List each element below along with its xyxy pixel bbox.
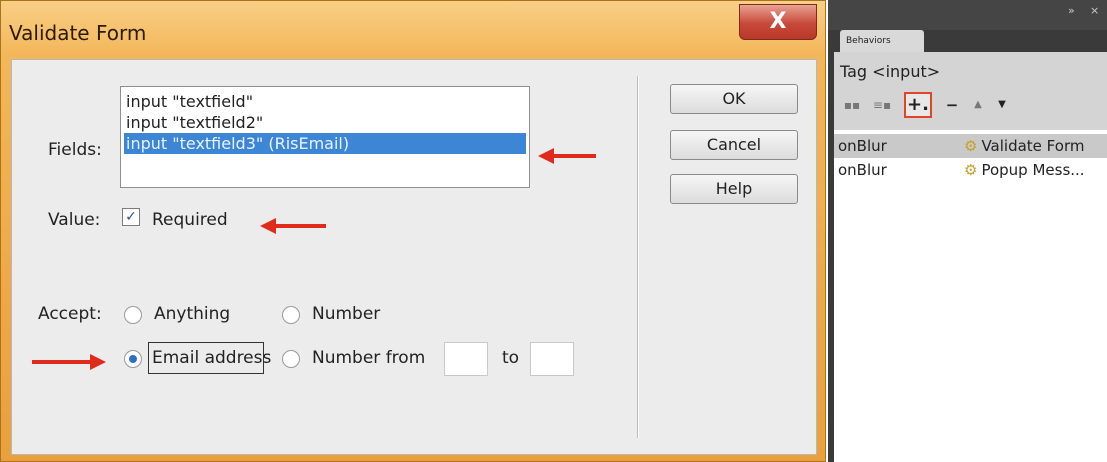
to-label: to (502, 348, 520, 368)
remove-behavior-button[interactable]: − (942, 92, 962, 118)
close-button[interactable]: X (739, 4, 817, 40)
gear-icon: ⚙ (964, 161, 978, 179)
dialog-title: Validate Form (9, 21, 147, 45)
action-name: Validate Form (981, 137, 1085, 155)
annotation-arrow-email (32, 354, 106, 370)
value-label: Value: (48, 210, 101, 230)
annotation-arrow-fields (538, 148, 596, 164)
move-down-button[interactable]: ▼ (992, 92, 1012, 118)
number-label[interactable]: Number (312, 304, 380, 324)
show-all-events-icon[interactable]: ≡▪ (870, 92, 894, 118)
number-radio[interactable] (282, 306, 300, 324)
anything-radio[interactable] (124, 306, 142, 324)
collapse-icon[interactable]: » (1068, 4, 1075, 17)
behavior-row[interactable]: onBlur ⚙ Validate Form (834, 134, 1107, 158)
add-behavior-button[interactable]: +. (904, 92, 932, 118)
action-name: Popup Mess... (981, 161, 1085, 179)
email-label[interactable]: Email address (152, 348, 271, 368)
field-item-selected[interactable]: input "textfield3" (RisEmail) (124, 133, 526, 154)
dialog-client-area: Fields: input "textfield" input "textfie… (11, 59, 817, 455)
behaviors-list: onBlur ⚙ Validate Form onBlur ⚙ Popup Mess… (834, 130, 1107, 462)
ok-button[interactable]: OK (670, 84, 798, 114)
dialog-titlebar[interactable]: Validate Form X (1, 1, 827, 59)
number-from-label[interactable]: Number from (312, 348, 425, 368)
panel-dock-bar: » × (828, 0, 1107, 30)
accept-label: Accept: (38, 304, 102, 324)
fields-label: Fields: (48, 140, 102, 160)
anything-label[interactable]: Anything (154, 304, 230, 324)
behaviors-panel: » × Behaviors Tag <input> ▪▪ ≡▪ +. − ▲ ▼… (828, 0, 1107, 462)
field-item[interactable]: input "textfield2" (124, 112, 526, 133)
email-radio[interactable] (124, 350, 142, 368)
gear-icon: ⚙ (964, 137, 978, 155)
field-item[interactable]: input "textfield" (124, 91, 526, 112)
number-from-radio[interactable] (282, 350, 300, 368)
help-button[interactable]: Help (670, 174, 798, 204)
event-name: onBlur (838, 137, 887, 155)
fields-listbox[interactable]: input "textfield" input "textfield2" inp… (120, 86, 530, 188)
show-set-events-icon[interactable]: ▪▪ (840, 92, 864, 118)
close-icon[interactable]: × (1090, 4, 1099, 17)
tag-label: Tag <input> (840, 62, 941, 81)
event-name: onBlur (838, 161, 887, 179)
panel-body: Tag <input> ▪▪ ≡▪ +. − ▲ ▼ onBlur ⚙ Valid… (834, 52, 1107, 462)
required-label[interactable]: Required (152, 210, 228, 230)
annotation-arrow-required (260, 218, 326, 234)
cancel-button[interactable]: Cancel (670, 130, 798, 160)
validate-form-dialog: Validate Form X Fields: input "textfield… (0, 0, 826, 462)
vertical-separator (637, 76, 639, 438)
number-to-input[interactable] (530, 342, 574, 376)
required-checkbox[interactable]: ✓ (122, 208, 140, 226)
number-from-input[interactable] (444, 342, 488, 376)
move-up-button[interactable]: ▲ (968, 92, 988, 118)
tab-behaviors[interactable]: Behaviors (840, 30, 924, 52)
behavior-row[interactable]: onBlur ⚙ Popup Mess... (834, 158, 1107, 182)
